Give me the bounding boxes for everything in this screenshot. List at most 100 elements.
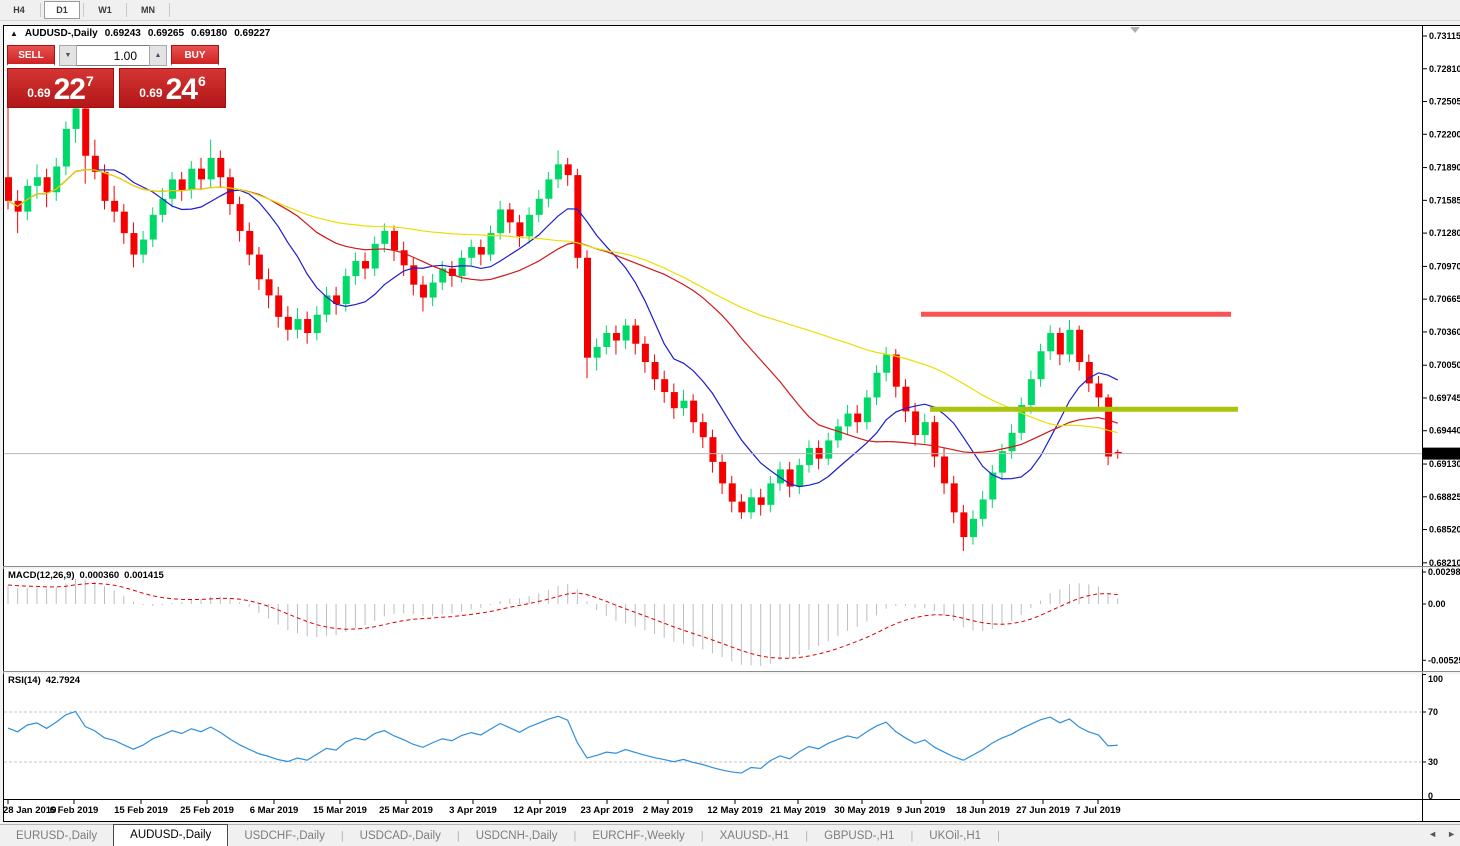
svg-text:0.68520: 0.68520 — [1429, 525, 1460, 535]
candle-body — [275, 295, 283, 317]
candle-body — [516, 222, 524, 237]
tab-xauusd-h1[interactable]: XAUUSD-,H1 — [704, 826, 806, 846]
candle-body — [62, 128, 70, 167]
svg-text:25 Mar 2019: 25 Mar 2019 — [379, 805, 433, 816]
buy-price-box[interactable]: 0.69 24 6 — [119, 68, 226, 108]
candle-body — [429, 282, 437, 298]
candle-body — [1056, 332, 1064, 355]
tab-usdcnh-daily[interactable]: USDCNH-,Daily — [460, 826, 574, 846]
chart-canvas[interactable]: 0.73115 0.72810 0.72505 0.72200 0.71890 0.715… — [0, 0, 1460, 846]
svg-text:0.70360: 0.70360 — [1429, 327, 1460, 337]
candle-body — [574, 175, 582, 258]
svg-text:0.72505: 0.72505 — [1429, 97, 1460, 107]
current-price-tag: 0.69227 — [1423, 447, 1460, 460]
candle-body — [130, 233, 138, 255]
tab-usdchf-daily[interactable]: USDCHF-,Daily — [228, 826, 341, 846]
svg-text:-0.00525: -0.00525 — [1428, 655, 1460, 665]
tab-gbpusd-h1[interactable]: GBPUSD-,H1 — [808, 826, 910, 846]
ohlc-close: 0.69227 — [234, 28, 271, 39]
candle-body — [719, 461, 727, 484]
candle-body — [1047, 332, 1055, 352]
svg-text:0.69227: 0.69227 — [1425, 449, 1458, 459]
candle-body — [950, 483, 958, 513]
candle-body — [767, 483, 775, 505]
candle-body — [284, 316, 292, 330]
svg-text:0.73115: 0.73115 — [1429, 31, 1460, 41]
rsi-name: RSI(14) — [8, 675, 41, 686]
svg-text:0.70665: 0.70665 — [1429, 294, 1460, 304]
buy-price-big: 24 — [165, 73, 198, 106]
candle-body — [709, 437, 717, 462]
tab-usdcad-daily[interactable]: USDCAD-,Daily — [344, 826, 457, 846]
chart-symbol-label: AUDUSD-,Daily — [24, 28, 98, 39]
toolbar-separator — [83, 3, 84, 17]
one-click-trading-panel: SELL ▼ ▲ BUY 0.69 22 7 0.69 24 6 — [7, 45, 228, 108]
candle-body — [535, 198, 543, 215]
candle-body — [391, 230, 398, 251]
tab-ukoil-h1[interactable]: UKOil-,H1 — [913, 826, 997, 846]
chart-header: ▲ AUDUSD-,Daily 0.69243 0.69265 0.69180 … — [10, 28, 270, 39]
candle-body — [362, 261, 370, 269]
tab-scroll-left-icon[interactable]: ◄ — [1428, 829, 1437, 839]
svg-text:0.71890: 0.71890 — [1429, 163, 1460, 173]
timeframe-button-d1[interactable]: D1 — [44, 1, 80, 19]
candle-body — [487, 233, 495, 255]
terminal-window: H4 D1 W1 MN 0.73115 0.72810 0.72505 0.72200 0.7… — [0, 0, 1460, 846]
volume-input[interactable] — [77, 45, 149, 66]
svg-text:25 Feb 2019: 25 Feb 2019 — [180, 805, 234, 816]
candle-body — [140, 239, 148, 255]
one-click-collapse-icon[interactable]: ▲ — [10, 29, 18, 39]
svg-text:12 Apr 2019: 12 Apr 2019 — [514, 805, 567, 816]
svg-text:0.69745: 0.69745 — [1429, 393, 1460, 403]
volume-decrease-button[interactable]: ▼ — [59, 45, 77, 66]
svg-text:9 Jun 2019: 9 Jun 2019 — [897, 805, 946, 816]
candle-body — [555, 164, 563, 180]
candle-body — [1076, 329, 1084, 362]
candle-body — [1105, 397, 1113, 457]
candle-body — [661, 379, 669, 393]
svg-text:0.72200: 0.72200 — [1429, 129, 1460, 139]
candle-body — [497, 209, 505, 234]
candle-body — [207, 157, 215, 180]
svg-text:0.68825: 0.68825 — [1429, 492, 1460, 502]
candle-body — [564, 164, 572, 176]
macd-name: MACD(12,26,9) — [8, 570, 75, 581]
tab-eurusd-daily[interactable]: EURUSD-,Daily — [0, 826, 113, 846]
tab-separator: | — [997, 830, 1000, 842]
candle-body — [970, 518, 977, 538]
svg-text:15 Feb 2019: 15 Feb 2019 — [114, 805, 168, 816]
candle-body — [72, 108, 80, 129]
svg-text:70: 70 — [1428, 707, 1438, 717]
candle-body — [294, 319, 302, 330]
ohlc-high: 0.69265 — [147, 28, 185, 39]
candle-body — [313, 314, 321, 333]
candle-body — [1027, 379, 1035, 405]
candle-body — [912, 411, 920, 436]
sell-price-box[interactable]: 0.69 22 7 — [7, 68, 114, 108]
toolbar-separator — [126, 3, 127, 17]
buy-button[interactable]: BUY — [171, 45, 219, 66]
timeframe-button-mn[interactable]: MN — [130, 1, 166, 19]
candle-body — [323, 295, 331, 315]
toolbar-separator — [169, 3, 170, 17]
tab-scroll-right-icon[interactable]: ► — [1447, 829, 1456, 839]
tab-eurchf-weekly[interactable]: EURCHF-,Weekly — [576, 826, 700, 846]
candle-body — [690, 400, 698, 423]
candle-body — [1066, 329, 1074, 355]
macd-main-value: 0.000360 — [79, 570, 120, 581]
sell-price-sup: 7 — [85, 73, 94, 89]
timeframe-button-w1[interactable]: W1 — [87, 1, 123, 19]
sell-button[interactable]: SELL — [7, 45, 55, 66]
candle-body — [834, 426, 842, 441]
svg-text:21 May 2019: 21 May 2019 — [770, 805, 825, 816]
candle-body — [622, 325, 630, 341]
candle-body — [844, 413, 852, 427]
candle-body — [593, 346, 601, 358]
svg-text:28 Jan 2019: 28 Jan 2019 — [3, 805, 56, 816]
timeframe-button-h4[interactable]: H4 — [1, 1, 37, 19]
tab-audusd-daily[interactable]: AUDUSD-,Daily — [113, 823, 229, 846]
svg-text:0.70050: 0.70050 — [1429, 360, 1460, 370]
candle-body — [246, 230, 254, 255]
svg-text:27 Jun 2019: 27 Jun 2019 — [1016, 805, 1070, 816]
volume-increase-button[interactable]: ▲ — [149, 45, 167, 66]
